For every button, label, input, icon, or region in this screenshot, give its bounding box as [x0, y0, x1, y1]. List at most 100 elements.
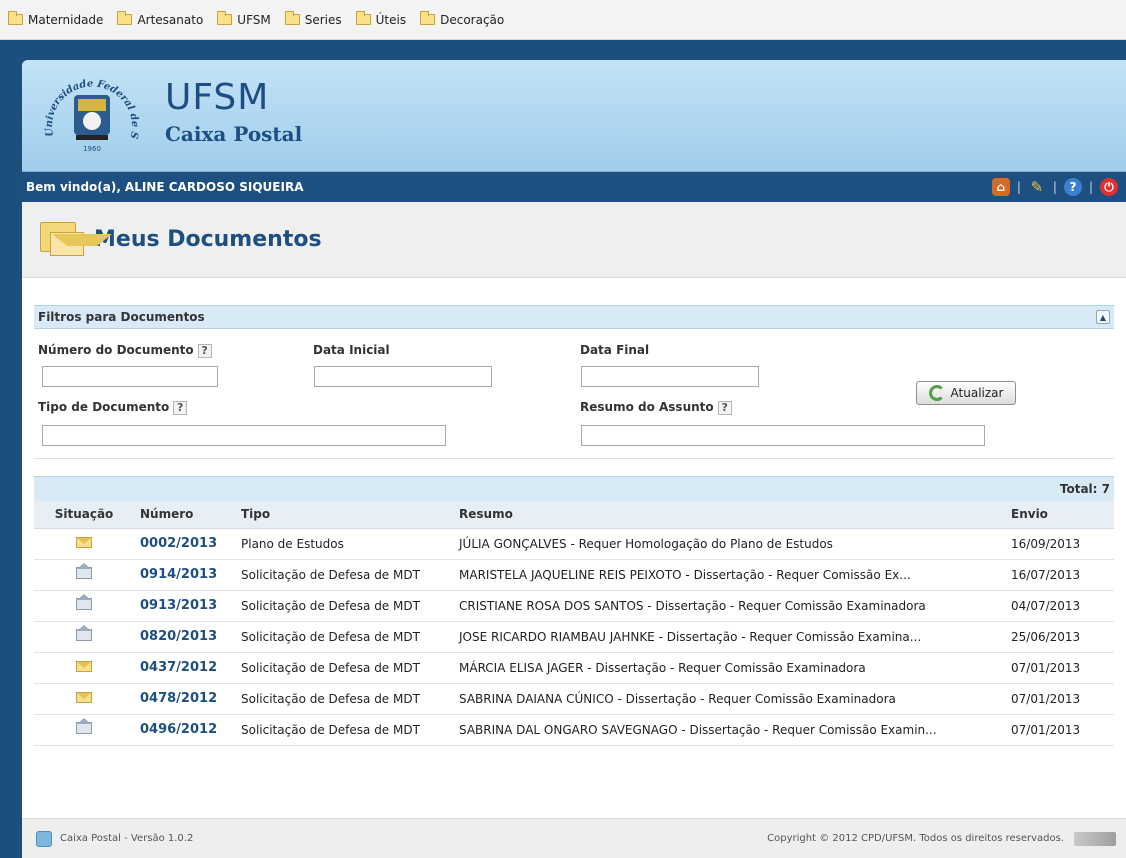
bookmarks-bar: Maternidade Artesanato UFSM Series Úteis… [0, 0, 1126, 40]
situacao-cell [34, 590, 134, 622]
folder-icon [355, 11, 371, 25]
table-row[interactable]: 0914/2013 Solicitação de Defesa de MDT MAR… [34, 559, 1114, 591]
envio-cell: 25/06/2013 [1005, 621, 1114, 653]
column-numero[interactable]: Número [134, 501, 235, 529]
documents-table: Situação Número Tipo Resumo Envio 0002/2… [34, 501, 1114, 746]
app-info-icon [36, 830, 52, 847]
bookmark-decoracao[interactable]: Decoração [420, 11, 504, 27]
column-situacao[interactable]: Situação [34, 501, 134, 529]
data-inicial-input[interactable] [314, 366, 492, 387]
atualizar-button[interactable]: Atualizar [916, 381, 1016, 405]
resumo-cell: SABRINA DAIANA CÚNICO - Dissertação - Re… [453, 683, 1005, 715]
envio-cell: 16/09/2013 [1005, 528, 1114, 560]
collapse-icon[interactable]: ▲ [1096, 310, 1110, 324]
read-envelope-icon [76, 625, 92, 641]
total-bar: Total: 7 [34, 476, 1114, 501]
envio-cell: 07/01/2013 [1005, 652, 1114, 684]
help-question-icon[interactable]: ? [717, 401, 732, 415]
numero-link[interactable]: 0496/2012 [134, 714, 235, 746]
envio-cell: 07/01/2013 [1005, 714, 1114, 746]
numero-link[interactable]: 0913/2013 [134, 590, 235, 622]
brand-title: UFSM [165, 77, 270, 118]
read-envelope-icon [76, 718, 92, 734]
bookmark-series[interactable]: Series [284, 11, 342, 27]
table-row[interactable]: 0913/2013 Solicitação de Defesa de MDT CRI… [34, 590, 1114, 622]
numero-input[interactable] [42, 366, 218, 387]
envio-cell: 07/01/2013 [1005, 683, 1114, 715]
tools-icon[interactable]: ✎ [1028, 178, 1046, 196]
unread-envelope-icon [76, 536, 92, 548]
tipo-cell: Solicitação de Defesa de MDT [235, 714, 453, 746]
filters-panel-header: Filtros para Documentos ▲ [34, 305, 1114, 329]
situacao-cell [34, 652, 134, 684]
tipo-input[interactable] [42, 425, 446, 446]
bookmark-maternidade[interactable]: Maternidade [8, 11, 103, 27]
logout-icon[interactable]: ⏻ [1100, 178, 1118, 196]
data-final-input[interactable] [581, 366, 759, 387]
resumo-cell: MARISTELA JAQUELINE REIS PEIXOTO - Disse… [453, 559, 1005, 591]
help-question-icon[interactable]: ? [197, 344, 212, 358]
bookmark-artesanato[interactable]: Artesanato [117, 11, 203, 27]
envio-cell: 04/07/2013 [1005, 590, 1114, 622]
bookmark-uteis[interactable]: Úteis [355, 11, 406, 27]
resumo-cell: MÁRCIA ELISA JAGER - Dissertação - Reque… [453, 652, 1005, 684]
resumo-input[interactable] [581, 425, 985, 446]
resumo-label: Resumo do Assunto? [580, 400, 732, 415]
table-row[interactable]: 0002/2013 Plano de Estudos JÚLIA GONÇALVES… [34, 528, 1114, 560]
folder-icon [8, 11, 23, 25]
version-text: Caixa Postal - Versão 1.0.2 [60, 833, 194, 844]
situacao-cell [34, 621, 134, 653]
bookmark-ufsm[interactable]: UFSM [217, 11, 271, 27]
situacao-cell [34, 559, 134, 591]
svg-text:1960: 1960 [83, 145, 101, 153]
table-row[interactable]: 0478/2012 Solicitação de Defesa de MDT SAB… [34, 683, 1114, 715]
resumo-cell: JOSE RICARDO RIAMBAU JAHNKE - Dissertaçã… [453, 621, 1005, 653]
numero-link[interactable]: 0820/2013 [134, 621, 235, 653]
folder-icon [284, 11, 300, 25]
read-envelope-icon [76, 563, 92, 579]
table-header-row: Situação Número Tipo Resumo Envio [34, 501, 1114, 529]
table-row[interactable]: 0437/2012 Solicitação de Defesa de MDT MÁR… [34, 652, 1114, 684]
documents-folder-icon [40, 221, 112, 258]
filters-body: Número do Documento? Data Inicial Data F… [34, 329, 1114, 459]
numero-link[interactable]: 0914/2013 [134, 559, 235, 591]
numero-label: Número do Documento? [38, 343, 212, 358]
data-final-label: Data Final [580, 343, 650, 357]
footer: Caixa Postal - Versão 1.0.2 Copyright © … [22, 818, 1126, 858]
copyright-text: Copyright © 2012 CPD/UFSM. Todos os dire… [767, 833, 1064, 844]
tipo-cell: Solicitação de Defesa de MDT [235, 590, 453, 622]
envio-cell: 16/07/2013 [1005, 559, 1114, 591]
results-panel: Total: 7 Situação Número Tipo Resumo Env… [34, 476, 1114, 746]
column-envio[interactable]: Envio [1005, 501, 1114, 529]
numero-link[interactable]: 0002/2013 [134, 528, 235, 560]
numero-link[interactable]: 0437/2012 [134, 652, 235, 684]
tipo-cell: Solicitação de Defesa de MDT [235, 652, 453, 684]
tipo-cell: Solicitação de Defesa de MDT [235, 621, 453, 653]
situacao-cell [34, 528, 134, 560]
brand: UFSM Caixa Postal [165, 77, 303, 147]
folder-icon [420, 11, 436, 25]
situacao-cell [34, 683, 134, 715]
brand-subtitle: Caixa Postal [165, 122, 303, 146]
help-icon[interactable]: ? [1063, 178, 1082, 196]
welcome-text: Bem vindo(a), ALINE CARDOSO SIQUEIRA [26, 180, 304, 194]
table-row[interactable]: 0820/2013 Solicitação de Defesa de MDT JOS… [34, 621, 1114, 653]
user-name: ALINE CARDOSO SIQUEIRA [124, 180, 304, 194]
total-count: Total: 7 [1059, 482, 1110, 496]
column-tipo[interactable]: Tipo [235, 501, 453, 529]
column-resumo[interactable]: Resumo [453, 501, 1005, 529]
tipo-cell: Solicitação de Defesa de MDT [235, 559, 453, 591]
read-envelope-icon [76, 594, 92, 610]
filters-panel: Filtros para Documentos ▲ Número do Docu… [34, 305, 1114, 459]
numero-link[interactable]: 0478/2012 [134, 683, 235, 715]
toolbar-icons: ⌂ | ✎ | ? | ⏻ [991, 178, 1118, 196]
help-question-icon[interactable]: ? [173, 401, 188, 415]
folder-icon [117, 11, 133, 25]
home-icon[interactable]: ⌂ [991, 178, 1010, 196]
unread-envelope-icon [76, 660, 92, 672]
unread-envelope-icon [76, 691, 92, 703]
tipo-cell: Plano de Estudos [235, 528, 453, 560]
resumo-cell: CRISTIANE ROSA DOS SANTOS - Dissertação … [453, 590, 1005, 622]
table-row[interactable]: 0496/2012 Solicitação de Defesa de MDT SAB… [34, 714, 1114, 746]
welcome-bar: Bem vindo(a), ALINE CARDOSO SIQUEIRA ⌂ | … [22, 172, 1126, 202]
